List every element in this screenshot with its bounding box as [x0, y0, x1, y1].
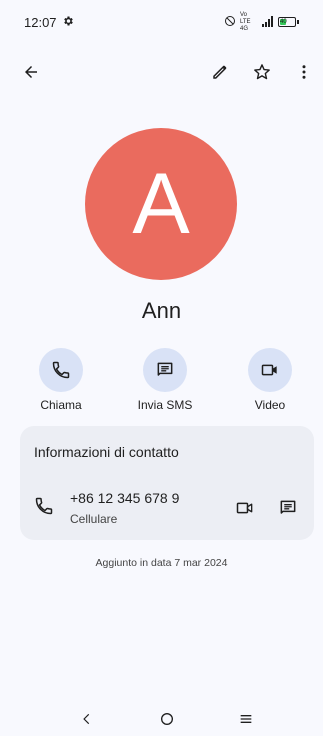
contact-name: Ann	[141, 298, 182, 323]
pencil-icon	[213, 65, 227, 79]
video-action-button[interactable]: Video	[230, 348, 310, 412]
call-action-circle[interactable]	[39, 348, 83, 392]
phone-number-row[interactable]: +86 12 345 678 9 Cellulare	[20, 486, 314, 530]
videocam-icon	[261, 364, 277, 376]
battery-level: 40	[280, 19, 287, 25]
avatar-initial: A	[132, 155, 190, 252]
signal-icon	[262, 15, 274, 29]
videocam-icon	[236, 502, 253, 514]
phone-icon	[34, 496, 54, 521]
battery-icon: 40	[278, 17, 299, 27]
video-action-label: Video	[254, 398, 286, 412]
status-left: 12:07	[24, 15, 74, 30]
video-call-number-button[interactable]	[229, 492, 261, 524]
sms-action-button[interactable]: Invia SMS	[125, 348, 205, 412]
status-right: Vo LTE 4G 40	[224, 12, 299, 33]
contact-info-card: Informazioni di contatto +86 12 345 678 …	[20, 426, 314, 540]
sms-number-button[interactable]	[272, 492, 304, 524]
nav-home-button[interactable]	[152, 704, 182, 734]
status-bar: 12:07 Vo LTE 4G 40	[0, 0, 323, 44]
settings-gear-icon	[62, 15, 74, 30]
phone-type: Cellulare	[70, 512, 118, 526]
message-icon	[157, 362, 173, 376]
favorite-button[interactable]	[246, 56, 278, 88]
network-label: Vo LTE 4G	[240, 11, 251, 32]
call-action-label: Chiama	[40, 398, 82, 412]
nav-back-button[interactable]	[72, 704, 102, 734]
sms-action-circle[interactable]	[143, 348, 187, 392]
sms-action-label: Invia SMS	[137, 398, 193, 412]
top-app-bar	[0, 52, 323, 92]
contact-info-title: Informazioni di contatto	[34, 444, 179, 460]
back-button[interactable]	[15, 56, 47, 88]
chevron-left-icon	[83, 713, 90, 725]
phone-number: +86 12 345 678 9	[70, 490, 180, 506]
video-action-circle[interactable]	[248, 348, 292, 392]
phone-icon	[52, 361, 70, 379]
home-circle-icon	[161, 713, 173, 725]
call-action-button[interactable]: Chiama	[21, 348, 101, 412]
quick-actions: Chiama Invia SMS Video	[0, 348, 323, 418]
message-icon	[280, 500, 296, 514]
added-date-text: Aggiunto in data 7 mar 2024	[95, 557, 228, 569]
nfc-icon	[224, 15, 236, 29]
more-vert-icon	[302, 65, 306, 79]
edit-button[interactable]	[204, 56, 236, 88]
more-options-button[interactable]	[288, 56, 320, 88]
menu-lines-icon	[240, 715, 252, 723]
star-outline-icon	[254, 64, 270, 80]
nav-recents-button[interactable]	[231, 704, 261, 734]
contact-avatar: A	[85, 128, 237, 280]
status-time: 12:07	[24, 14, 57, 30]
system-nav-bar	[0, 700, 323, 736]
arrow-left-icon	[25, 66, 37, 78]
